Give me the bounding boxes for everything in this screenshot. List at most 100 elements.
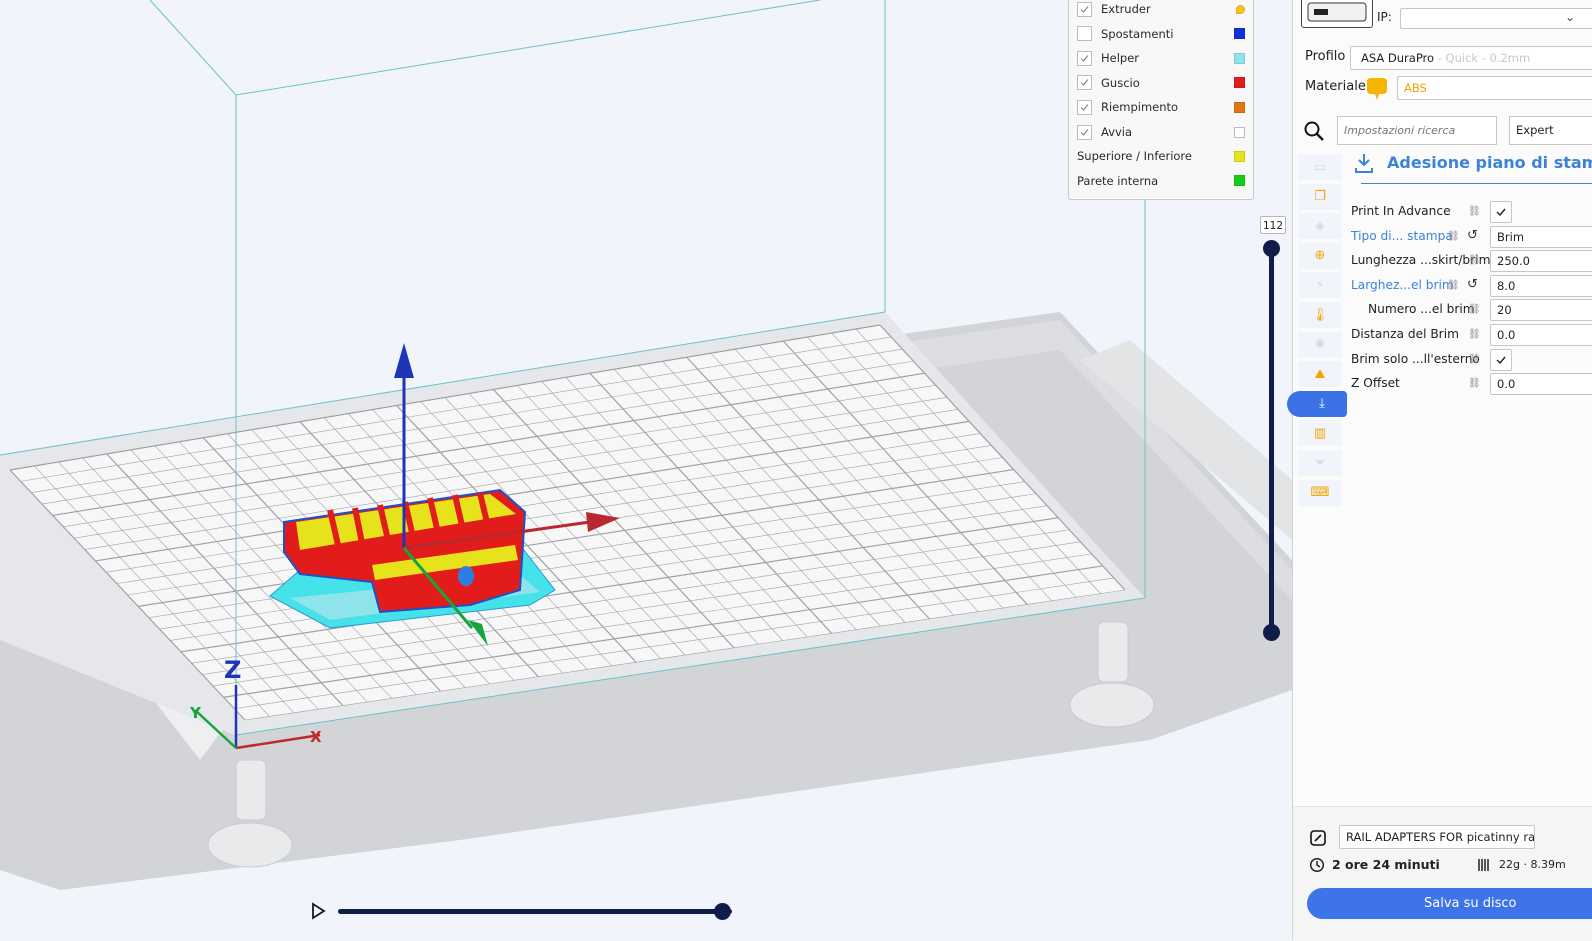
- setting-row: Larghez...el brim ⛓ ↺ 8.0: [1351, 274, 1592, 297]
- mode-value: Expert: [1516, 123, 1554, 137]
- funnel-icon[interactable]: ⏷: [1298, 450, 1342, 476]
- legend-row[interactable]: Helper: [1077, 48, 1245, 68]
- legend-label: Guscio: [1101, 75, 1140, 90]
- legend-row[interactable]: Guscio: [1077, 73, 1245, 93]
- player-handle[interactable]: [714, 903, 731, 920]
- job-name-field[interactable]: RAIL ADAPTERS FOR picatinny rail: [1339, 825, 1535, 849]
- setting-row: Brim solo ...ll'esterno ⛓: [1351, 348, 1592, 371]
- keyboard-icon[interactable]: ⌨: [1298, 479, 1342, 506]
- setting-value-field[interactable]: 0.0: [1490, 373, 1592, 396]
- setting-label: Brim solo ...ll'esterno: [1351, 351, 1480, 366]
- y-axis-label: Y: [189, 704, 202, 722]
- setting-row: Z Offset ⛓ 0.0: [1351, 373, 1592, 396]
- link-icon: ⛓: [1468, 206, 1481, 217]
- thermometer-icon[interactable]: 🌡: [1298, 302, 1342, 328]
- setting-value-field[interactable]: 0.0: [1490, 324, 1592, 346]
- profile-quality: - Quick - 0.2mm: [1434, 51, 1531, 65]
- legend-checkbox[interactable]: [1077, 75, 1092, 91]
- legend-label: Avvia: [1101, 125, 1133, 139]
- layer-slider-track[interactable]: [1269, 248, 1274, 634]
- legend-color-swatch: [1234, 77, 1245, 89]
- setting-checkbox[interactable]: [1490, 348, 1512, 371]
- setting-value-field[interactable]: 250.0: [1490, 250, 1592, 273]
- legend-checkbox[interactable]: [1077, 26, 1092, 42]
- setting-value-field[interactable]: Brim: [1490, 225, 1592, 248]
- print-summary-footer: RAIL ADAPTERS FOR picatinny rail 2 ore 2…: [1293, 806, 1592, 941]
- legend-label: Helper: [1101, 51, 1140, 66]
- material-select[interactable]: ABS: [1397, 76, 1592, 100]
- reset-icon[interactable]: ↺: [1467, 277, 1478, 292]
- setting-row: Distanza del Brim ⛓ 0.0: [1351, 324, 1592, 346]
- ip-label: IP:: [1377, 10, 1392, 24]
- play-icon[interactable]: [308, 901, 328, 921]
- setting-label: Larghez...el brim: [1351, 277, 1454, 292]
- legend-row[interactable]: Spostamenti: [1077, 24, 1245, 44]
- legend-label: Spostamenti: [1101, 26, 1174, 41]
- link-icon: ⛓: [1468, 378, 1481, 390]
- setting-row: Print In Advance ⛓: [1351, 201, 1592, 223]
- setting-row: Tipo di... stampa ⛓ ↺ Brim: [1351, 225, 1592, 248]
- layer-slider-top-handle[interactable]: [1263, 240, 1280, 257]
- search-icon: [1304, 121, 1324, 141]
- printer-thumbnail-icon: [1301, 0, 1373, 28]
- support-icon[interactable]: ⛰: [1298, 361, 1342, 388]
- layer-slider-bottom-handle[interactable]: [1263, 624, 1280, 641]
- link-icon: ⛓: [1447, 230, 1460, 242]
- fan-icon[interactable]: ✺: [1298, 331, 1342, 358]
- clock-icon: [1309, 857, 1325, 873]
- bars-icon[interactable]: ▥: [1298, 420, 1342, 447]
- layer-slider[interactable]: 112: [1260, 216, 1286, 646]
- setting-value-field[interactable]: 8.0: [1490, 274, 1592, 297]
- reset-icon[interactable]: ↺: [1467, 228, 1478, 243]
- link-icon: ⛓: [1468, 304, 1481, 316]
- setting-row: Lunghezza ...skirt/brim ⛓ 250.0: [1351, 250, 1592, 273]
- download-icon[interactable]: ⤓: [1287, 390, 1347, 417]
- legend-row[interactable]: Avvia: [1077, 122, 1245, 142]
- legend-label: Superiore / Inferiore: [1077, 149, 1192, 163]
- profile-label: Profilo: [1305, 49, 1346, 64]
- copy-icon[interactable]: ❐: [1298, 183, 1342, 210]
- legend-row[interactable]: Extruder: [1077, 0, 1245, 19]
- legend-color-swatch: [1234, 175, 1245, 186]
- legend-label: Riempimento: [1101, 100, 1179, 115]
- link-icon: ⛓: [1468, 255, 1481, 267]
- legend-color-swatch: [1234, 101, 1245, 113]
- setting-label: Z Offset: [1351, 376, 1400, 391]
- setting-label: Numero ...el brim: [1368, 302, 1475, 317]
- layer-value-box[interactable]: 112: [1260, 216, 1286, 234]
- legend-color-swatch: [1234, 52, 1245, 64]
- setting-value-field[interactable]: 20: [1490, 299, 1592, 322]
- link-icon: ⛓: [1468, 329, 1481, 340]
- link-icon: ⛓: [1468, 353, 1481, 365]
- setting-checkbox[interactable]: [1490, 201, 1512, 223]
- z-axis-label: Z: [224, 656, 241, 684]
- legend-checkbox[interactable]: [1077, 1, 1092, 17]
- material-value: ABS: [1404, 81, 1427, 95]
- legend-checkbox[interactable]: [1077, 124, 1092, 140]
- setting-label: Print In Advance: [1351, 204, 1451, 218]
- legend-checkbox[interactable]: [1077, 50, 1092, 66]
- 3d-viewport[interactable]: Z X Y Extruder Spostamenti Helper Guscio Rie…: [0, 0, 1292, 940]
- material-bars-icon: [1478, 859, 1489, 871]
- mode-select[interactable]: Expert: [1509, 116, 1592, 145]
- material-usage: 22g · 8.39m: [1499, 858, 1566, 871]
- settings-search-input[interactable]: [1337, 116, 1497, 145]
- legend-color-swatch: [1234, 150, 1245, 162]
- power-icon[interactable]: ⚡: [1298, 272, 1342, 299]
- legend-row[interactable]: Riempimento: [1077, 97, 1245, 117]
- layers-icon[interactable]: ◈: [1298, 213, 1342, 240]
- save-to-disk-button[interactable]: Salva su disco: [1307, 888, 1592, 919]
- monitor-icon[interactable]: ▭: [1298, 154, 1342, 180]
- spool-icon: [1367, 78, 1387, 100]
- material-label: Materiale: [1305, 79, 1366, 94]
- profile-select[interactable]: ASA DuraPro - Quick - 0.2mm: [1350, 46, 1592, 70]
- legend-label: Parete interna: [1077, 173, 1159, 188]
- plus-circle-icon[interactable]: ⊕: [1298, 242, 1342, 269]
- setting-label: Tipo di... stampa: [1351, 228, 1453, 243]
- legend-label: Extruder: [1101, 2, 1151, 16]
- legend-checkbox[interactable]: [1077, 99, 1092, 115]
- player-track[interactable]: [338, 909, 732, 914]
- ip-select[interactable]: ⌄: [1400, 8, 1592, 29]
- setting-label: Distanza del Brim: [1351, 327, 1459, 341]
- adhesion-download-icon: [1355, 154, 1373, 173]
